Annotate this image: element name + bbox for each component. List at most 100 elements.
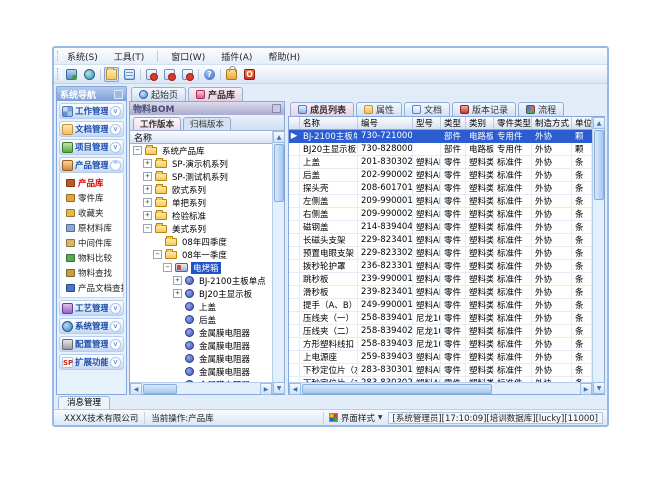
tree-node[interactable]: −系统产品库 [130, 144, 272, 157]
tree-node[interactable]: +欧式系列 [130, 183, 272, 196]
expand-icon[interactable]: + [143, 185, 152, 194]
column-header-类别[interactable]: 类别 [466, 117, 494, 129]
tree-node[interactable]: +单把系列 [130, 196, 272, 209]
sidebar-item-原材料库[interactable]: 原材料库 [60, 220, 123, 235]
sidebar-item-产品文档查找[interactable]: 产品文档查找 [60, 280, 123, 295]
sidebar-group-系统管理[interactable]: 系统管理v [59, 318, 124, 334]
tree-node[interactable]: −美式系列 [130, 222, 272, 235]
scroll-up-icon[interactable]: ▲ [593, 117, 605, 129]
sidebar-item-产品库[interactable]: 产品库 [60, 175, 123, 190]
table-row[interactable]: 滑秒板239-823401-00E塑料ABS零件塑料类标准件外协条 [289, 286, 592, 299]
scroll-up-icon[interactable]: ▲ [273, 131, 285, 143]
scroll-down-icon[interactable]: ▼ [273, 382, 285, 394]
expand-icon[interactable]: + [143, 198, 152, 207]
tab-产品库[interactable]: 产品库 [188, 87, 243, 101]
sidebar-collapse-icon[interactable] [114, 90, 123, 99]
sidebar-group-项目管理[interactable]: 项目管理v [59, 139, 124, 155]
tree-vertical-scrollbar[interactable]: ▲ ▼ [272, 131, 284, 394]
chevron-down-icon[interactable]: v [110, 124, 121, 135]
chevron-down-icon[interactable]: v [110, 142, 121, 153]
toolbar-button[interactable]: ? [202, 67, 217, 82]
tree-node[interactable]: 上盖 [130, 300, 272, 313]
table-row[interactable]: 下秒定位片（左）283-830301-00E塑料ABS零件塑料类标准件外协条 [289, 364, 592, 377]
table-row[interactable]: 压线夹（二）258-839402-00E尼龙1010零件塑料类标准件外协条 [289, 325, 592, 338]
message-management-tab[interactable]: 消息管理 [58, 396, 110, 409]
table-horizontal-scrollbar[interactable]: ◀ ▶ [289, 382, 592, 394]
table-row[interactable]: 长磁头支架229-823401-00E塑料ABS零件塑料类标准件外协条 [289, 234, 592, 247]
tree-node[interactable]: +检验标准 [130, 209, 272, 222]
tree-vscroll-thumb[interactable] [274, 144, 284, 202]
table-row[interactable]: 左侧盖209-990001-01E塑料ABS零件塑料类标准件外协条 [289, 195, 592, 208]
table-row[interactable]: 拨秒轮护罩236-823301-00E塑料ABS零件塑料类标准件外协条 [289, 260, 592, 273]
chevron-up-icon[interactable]: ^ [110, 160, 121, 171]
expand-icon[interactable]: + [173, 276, 182, 285]
tree-node[interactable]: +SP-演示机系列 [130, 157, 272, 170]
tree-node[interactable]: +SP-测试机系列 [130, 170, 272, 183]
table-row[interactable]: 磁钢盖214-839404-01E塑料ABS零件塑料类标准件外协条 [289, 221, 592, 234]
pin-icon[interactable] [272, 104, 281, 113]
table-row[interactable]: 压线夹（一）258-839401-00E尼龙1010零件塑料类标准件外协条 [289, 312, 592, 325]
tree-node[interactable]: 后盖 [130, 313, 272, 326]
menu-item-插件[interactable]: 插件(A) [218, 49, 255, 64]
toolbar-button[interactable] [224, 67, 239, 82]
sidebar-group-工作管理[interactable]: 工作管理v [59, 103, 124, 119]
chevron-down-icon[interactable]: v [110, 303, 121, 314]
tree-node[interactable]: 08年四季度 [130, 235, 272, 248]
toolbar-button[interactable] [104, 67, 119, 82]
sidebar-group-工艺管理[interactable]: 工艺管理v [59, 300, 124, 316]
toolbar-button[interactable] [122, 67, 137, 82]
column-header-类型[interactable]: 类型 [441, 117, 466, 129]
sidebar-group-扩展功能[interactable]: SP扩展功能v [59, 354, 124, 370]
table-hscroll-thumb[interactable] [302, 384, 492, 394]
table-row[interactable]: 跳秒板239-990001-01E塑料ABS零件塑料类标准件外协条 [289, 273, 592, 286]
table-row[interactable]: 方形塑料线扣258-839403-00E尼龙1010零件塑料类标准件外协条 [289, 338, 592, 351]
chevron-down-icon[interactable]: v [110, 339, 121, 350]
table-row[interactable]: 预置电眼支架229-823302-00E塑料ABS零件塑料类标准件外协条 [289, 247, 592, 260]
tab-版本记录[interactable]: 版本记录 [452, 102, 516, 116]
expand-icon[interactable]: + [143, 211, 152, 220]
toolbar-button[interactable] [144, 67, 159, 82]
bom-tab-归档版本[interactable]: 归档版本 [183, 117, 231, 130]
table-row[interactable]: 提手（A、B）249-990001-01E塑料ABS零件塑料类标准件外协条 [289, 299, 592, 312]
toolbar-button[interactable] [64, 67, 79, 82]
tree-node[interactable]: +BJ20主显示板 [130, 287, 272, 300]
table-row[interactable]: 探头壳208-601701-01E塑料ABS零件塑料类标准件外协条 [289, 182, 592, 195]
sidebar-item-收藏夹[interactable]: 收藏夹 [60, 205, 123, 220]
tree-hscroll-thumb[interactable] [143, 384, 177, 394]
menu-item-工具[interactable]: 工具(T) [111, 49, 148, 64]
expand-icon[interactable]: + [173, 289, 182, 298]
tree-node[interactable]: −电烤箱 [130, 261, 272, 274]
tab-属性[interactable]: 属性 [356, 102, 402, 116]
table-row[interactable]: 右侧盖209-990002-01E塑料ABS零件塑料类标准件外协条 [289, 208, 592, 221]
scroll-down-icon[interactable]: ▼ [593, 382, 605, 394]
chevron-down-icon[interactable]: v [110, 106, 121, 117]
table-row[interactable]: 上电源座259-839403-00E塑料ABS零件塑料类标准件外协条 [289, 351, 592, 364]
collapse-icon[interactable]: − [133, 146, 142, 155]
chevron-down-icon[interactable]: v [110, 357, 121, 368]
table-row[interactable]: ▶BJ-2100主板单点730-721000-12E部件电路板专用件外协颗 [289, 130, 592, 143]
column-header-单位[interactable]: 单位 [572, 117, 592, 129]
expand-icon[interactable]: + [143, 172, 152, 181]
tree-node[interactable]: −08年一季度 [130, 248, 272, 261]
table-vertical-scrollbar[interactable]: ▲ ▼ [592, 117, 604, 394]
toolbar-button[interactable] [162, 67, 177, 82]
column-header-编号[interactable]: 编号 [358, 117, 413, 129]
tree-node[interactable]: 金属膜电阻器 [130, 365, 272, 378]
tab-成员列表[interactable]: 成员列表 [290, 102, 354, 116]
sidebar-group-产品管理[interactable]: 产品管理^ [59, 157, 124, 173]
menu-item-系统[interactable]: 系统(S) [64, 49, 101, 64]
table-row[interactable]: BJ20主显示板730-828000-04E部件电路板专用件外协颗 [289, 143, 592, 156]
collapse-icon[interactable]: − [153, 250, 162, 259]
scroll-right-icon[interactable]: ▶ [580, 383, 592, 395]
sidebar-item-中间件库[interactable]: 中间件库 [60, 235, 123, 250]
scroll-left-icon[interactable]: ◀ [130, 383, 142, 395]
column-header-零件类型[interactable]: 零件类型 [494, 117, 532, 129]
toolbar-button[interactable]: O [242, 67, 257, 82]
tab-流程[interactable]: 流程 [518, 102, 564, 116]
tree-node[interactable]: +BJ-2100主板单点 [130, 274, 272, 287]
bom-tab-工作版本[interactable]: 工作版本 [133, 117, 181, 130]
toolbar-button[interactable] [82, 67, 97, 82]
collapse-icon[interactable]: − [163, 263, 172, 272]
tree-node[interactable]: 金属膜电阻器 [130, 352, 272, 365]
sidebar-item-物料比较[interactable]: 物料比较 [60, 250, 123, 265]
